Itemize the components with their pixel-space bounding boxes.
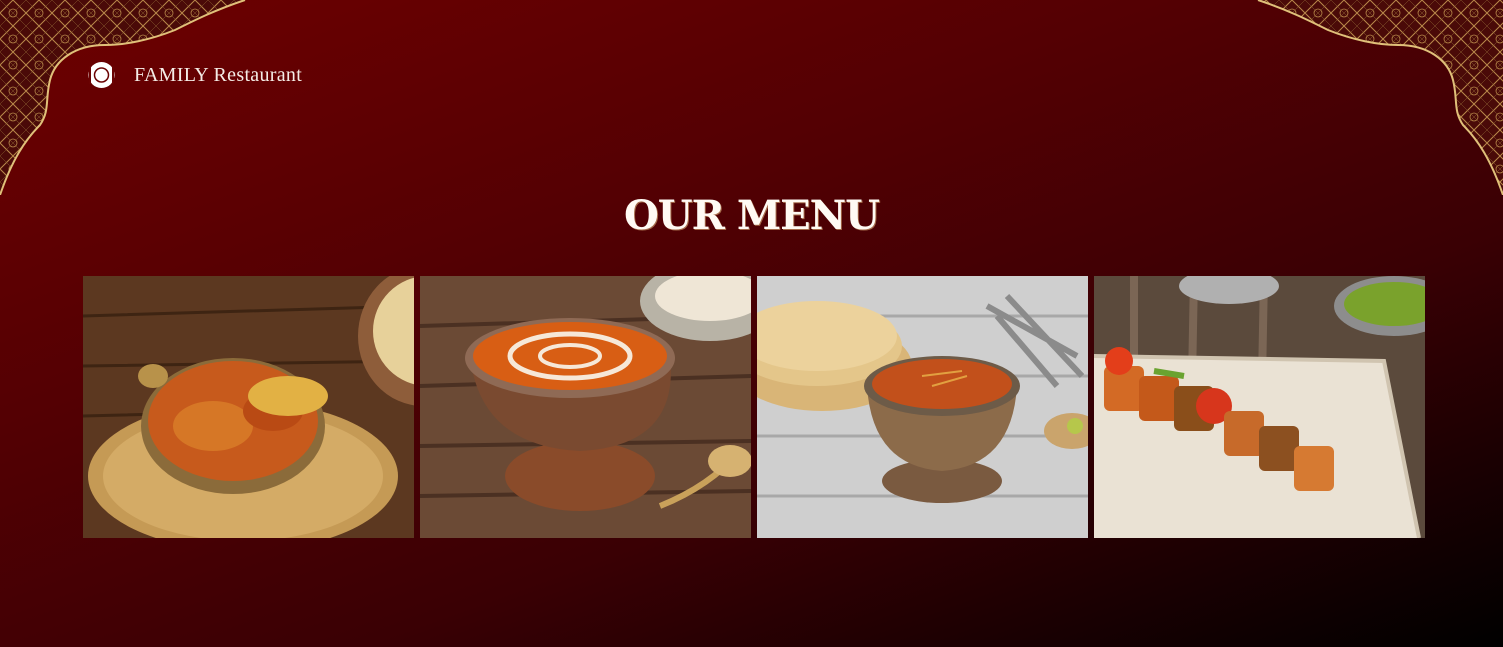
butter-chicken-image[interactable]	[83, 276, 414, 538]
page-title: OUR MENU	[623, 192, 880, 239]
brand-logo[interactable]: FAMILY Restaurant	[83, 60, 302, 90]
ornament-right-corner	[1257, 0, 1503, 195]
brand-name: FAMILY Restaurant	[134, 63, 303, 86]
plate-cutlery-icon	[83, 60, 120, 90]
ornament-left-corner	[0, 0, 246, 195]
menu-gallery	[83, 276, 1425, 538]
dal-makhani-image[interactable]	[420, 276, 751, 538]
curry-paratha-image[interactable]	[757, 276, 1088, 538]
paneer-tikka-image[interactable]	[1094, 276, 1425, 538]
